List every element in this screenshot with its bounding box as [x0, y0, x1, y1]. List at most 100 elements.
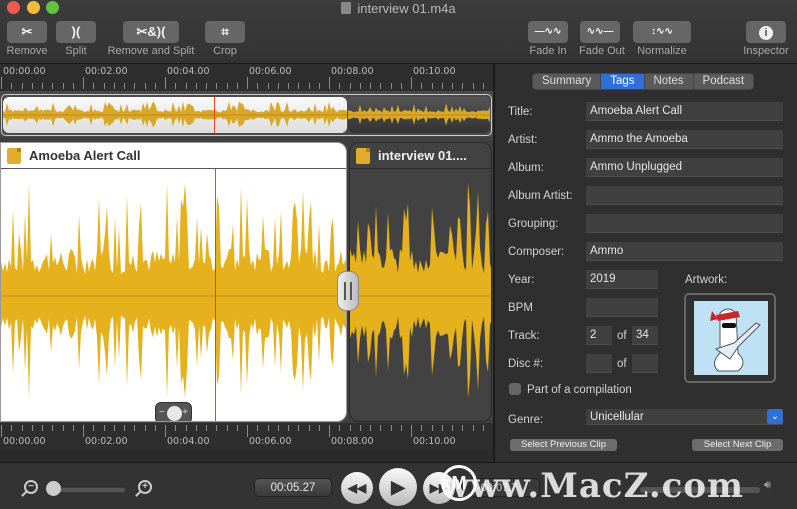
select-next-clip-button[interactable]: Select Next Clip	[692, 439, 783, 451]
fade-out-tool[interactable]: ∿∿— Fade Out	[579, 21, 625, 57]
timeline-ruler-bottom[interactable]: 00:00.00 00:02.00 00:04.00 00:06.00 00:08.00…	[0, 423, 493, 450]
disc-total-field[interactable]	[632, 354, 658, 373]
title-field[interactable]: Amoeba Alert Call	[586, 102, 783, 121]
ruler-tick	[421, 83, 423, 89]
ruler-tick	[452, 83, 453, 89]
ruler-tick	[257, 83, 259, 89]
scissors-icon[interactable]: ✂	[7, 21, 47, 43]
clip-boundary-handle[interactable]	[337, 271, 359, 311]
zoom-out-icon[interactable]: −	[24, 480, 38, 494]
info-icon[interactable]: i	[746, 21, 786, 43]
genre-select[interactable]: Unicellular ⌄	[586, 409, 783, 425]
track-total-field[interactable]: 34	[632, 326, 658, 345]
overview-clip-1[interactable]	[3, 97, 347, 133]
ruler-tick	[124, 425, 125, 431]
tab-notes[interactable]: Notes	[645, 74, 694, 89]
artwork-image	[694, 301, 768, 375]
album-field[interactable]: Ammo Unplugged	[586, 158, 783, 177]
crop-tool[interactable]: ⌗ Crop	[204, 21, 246, 57]
year-field[interactable]: 2019	[586, 270, 658, 289]
inspector-tool[interactable]: i Inspector	[742, 21, 790, 57]
album-artist-field[interactable]	[586, 186, 783, 205]
fade-out-icon[interactable]: ∿∿—	[580, 21, 620, 43]
split-icon[interactable]: )(	[56, 21, 96, 43]
overview-strip[interactable]	[0, 91, 493, 137]
ruler-tick	[400, 425, 402, 431]
crop-icon[interactable]: ⌗	[205, 21, 245, 43]
normalize-tool[interactable]: ↕∿∿ Normalize	[632, 21, 692, 57]
ruler-tick	[216, 83, 218, 89]
clip-volume-control[interactable]: − +	[155, 402, 192, 421]
ruler-tick	[390, 425, 392, 431]
clip-amoeba-alert-call[interactable]: Amoeba Alert Call − +	[0, 142, 347, 422]
clip-interview-01[interactable]: interview 01....	[349, 142, 492, 422]
overview-playhead	[214, 97, 215, 133]
grouping-label: Grouping:	[508, 218, 559, 230]
artist-field[interactable]: Ammo the Amoeba	[586, 130, 783, 149]
grouping-field[interactable]	[586, 214, 783, 233]
clip-waveform	[350, 182, 491, 399]
speaker-icon: 🔊︎	[764, 479, 771, 491]
composer-field[interactable]: Ammo	[586, 242, 783, 261]
ruler-tick	[370, 425, 371, 431]
window-title-text: interview 01.m4a	[357, 1, 456, 16]
normalize-icon[interactable]: ↕∿∿	[633, 21, 691, 43]
fade-in-icon[interactable]: —∿∿	[528, 21, 568, 43]
clip-title: Amoeba Alert Call	[29, 148, 141, 163]
playhead[interactable]	[215, 169, 216, 421]
chevron-down-icon[interactable]: ⌄	[767, 409, 783, 424]
volume-knob-icon[interactable]	[167, 406, 182, 421]
remove-tool[interactable]: ✂ Remove	[6, 21, 48, 57]
toolbar: interview 01.m4a ✂ Remove )( Split ✂&)( …	[0, 0, 797, 64]
disc-number-field[interactable]	[586, 354, 612, 373]
ruler-tick	[42, 425, 43, 431]
scissors-split-icon[interactable]: ✂&)(	[123, 21, 179, 43]
play-button[interactable]: ▶	[379, 468, 417, 506]
ruler-tick	[83, 77, 84, 89]
waveform-shape	[348, 103, 490, 126]
clip-header[interactable]: Amoeba Alert Call	[1, 143, 346, 169]
bpm-field[interactable]	[586, 298, 658, 317]
inspector-panel: Summary Tags Notes Podcast Title: Amoeba…	[495, 64, 797, 462]
app-window: interview 01.m4a ✂ Remove )( Split ✂&)( …	[0, 0, 797, 509]
ruler-tick	[329, 77, 330, 89]
clip-title: interview 01....	[378, 148, 467, 163]
ruler-tick	[421, 425, 423, 431]
compilation-checkbox-row[interactable]: Part of a compilation	[509, 383, 632, 396]
overview-clip-2[interactable]	[348, 97, 490, 133]
ruler-tick	[267, 83, 269, 89]
ruler-tick	[11, 83, 13, 89]
info-glyph: i	[759, 26, 773, 40]
compilation-checkbox[interactable]	[509, 383, 521, 395]
ruler-tick	[452, 425, 453, 431]
ruler-tick	[411, 425, 412, 437]
ruler-tick	[144, 83, 146, 89]
ruler-tick	[31, 425, 33, 431]
clip-editor: Amoeba Alert Call − + interview 01....	[0, 137, 493, 423]
zoom-slider[interactable]	[50, 487, 126, 493]
artwork-well[interactable]	[684, 293, 776, 383]
tab-summary[interactable]: Summary	[533, 74, 602, 89]
remove-and-split-tool[interactable]: ✂&)( Remove and Split	[104, 21, 198, 57]
tab-podcast[interactable]: Podcast	[694, 74, 754, 89]
ruler-tick	[72, 83, 74, 89]
window-title: interview 01.m4a	[0, 1, 797, 16]
ruler-tick	[359, 83, 361, 89]
split-tool[interactable]: )( Split	[56, 21, 96, 57]
zoom-in-icon[interactable]: +	[138, 480, 152, 494]
timeline-ruler-top[interactable]: 00:00.00 00:02.00 00:04.00 00:06.00 00:08.00…	[0, 64, 493, 91]
ruler-tick	[42, 83, 43, 89]
ruler-tick	[216, 425, 218, 431]
select-previous-clip-button[interactable]: Select Previous Clip	[510, 439, 617, 451]
ruler-tick	[400, 83, 402, 89]
track-label: Track:	[508, 330, 540, 342]
zoom-slider-thumb[interactable]	[46, 481, 61, 496]
ruler-tick	[257, 425, 259, 431]
fade-in-tool[interactable]: —∿∿ Fade In	[527, 21, 569, 57]
track-number-field[interactable]: 2	[586, 326, 612, 345]
clip-header[interactable]: interview 01....	[350, 143, 491, 169]
ruler-tick	[277, 83, 279, 89]
ruler-tick	[236, 83, 238, 89]
tab-tags[interactable]: Tags	[601, 74, 645, 89]
rewind-button[interactable]: ◀◀	[341, 472, 373, 504]
